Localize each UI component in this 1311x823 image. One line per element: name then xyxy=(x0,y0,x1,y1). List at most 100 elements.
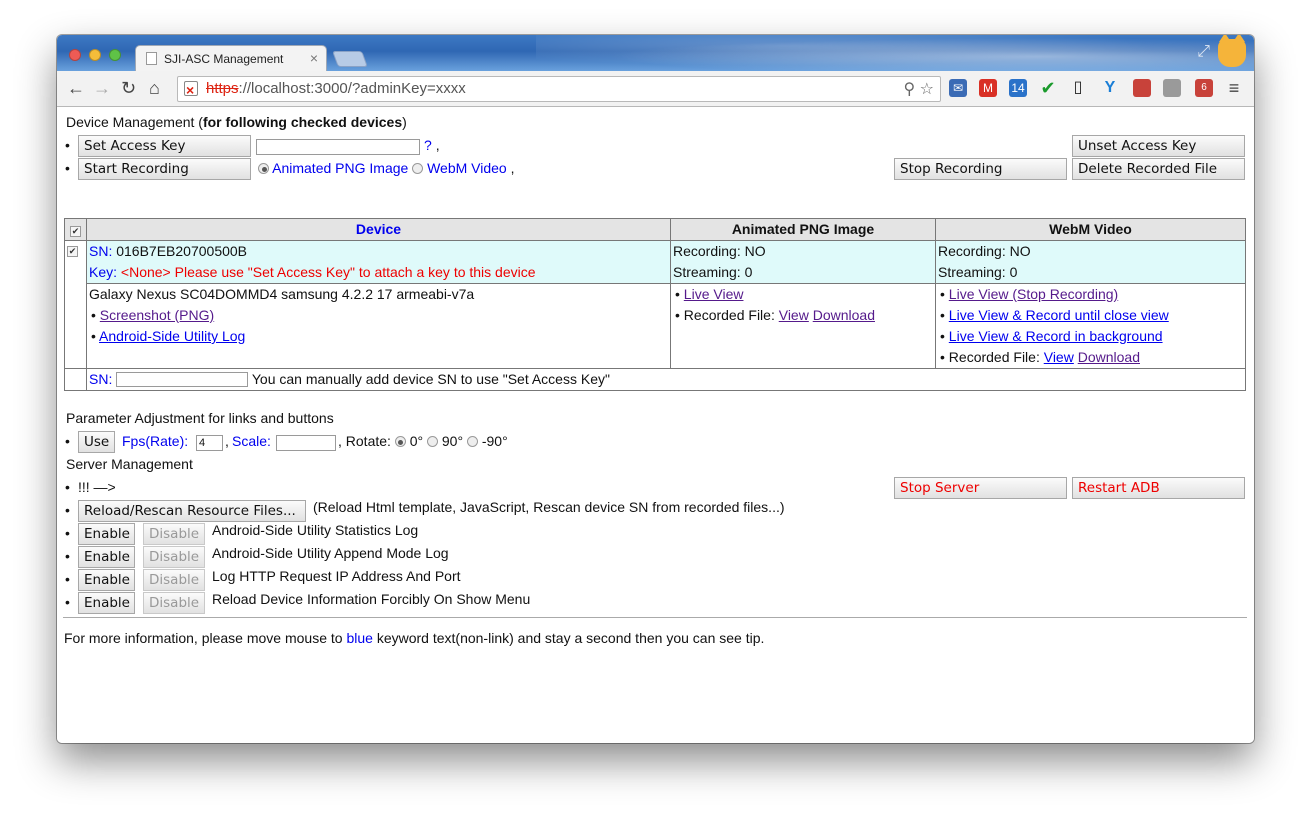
radio-animated-png[interactable] xyxy=(258,163,269,174)
gmail-ext-icon[interactable]: M xyxy=(979,79,997,97)
enable-button[interactable]: Enable xyxy=(78,523,135,545)
manual-sn-text: You can manually add device SN to use "S… xyxy=(251,371,610,387)
bullet: • xyxy=(65,479,70,495)
radio-webm[interactable] xyxy=(412,163,424,174)
device-management-heading: Device Management (for following checked… xyxy=(66,114,407,130)
webm-live-view-stop-link[interactable]: Live View (Stop Recording) xyxy=(949,286,1118,302)
option-label: Android-Side Utility Append Mode Log xyxy=(212,545,449,561)
bullet: • xyxy=(65,502,70,518)
table-row: ✔ SN: 016B7EB20700500B Key: <None> Pleas… xyxy=(64,240,1246,369)
png-streaming-status: Streaming: 0 xyxy=(673,264,753,280)
png-recorded-label: Recorded File: xyxy=(683,307,775,323)
device-checkbox[interactable]: ✔ xyxy=(67,246,78,257)
screenshot-item: Screenshot (PNG) xyxy=(89,305,668,326)
table-header-row: ✔ Device Animated PNG Image WebM Video xyxy=(64,218,1246,241)
rotate-90-radio[interactable] xyxy=(426,436,438,447)
screenshot-link[interactable]: Screenshot (PNG) xyxy=(100,307,214,323)
utility-log-link[interactable]: Android-Side Utility Log xyxy=(99,328,245,344)
key-text: <None> Please use "Set Access Key" to at… xyxy=(120,264,536,280)
menu-icon[interactable]: ≡ xyxy=(1225,79,1243,97)
manual-sn-label: SN: xyxy=(89,371,113,387)
start-recording-button[interactable]: Start Recording xyxy=(78,158,251,180)
stop-server-button[interactable]: Stop Server xyxy=(894,477,1067,499)
insecure-lock-icon xyxy=(184,78,198,102)
webm-view-link[interactable]: View xyxy=(1044,349,1074,365)
zoom-star-icons[interactable]: ⚲ ☆ xyxy=(903,78,934,102)
png-live-view-link[interactable]: Live View xyxy=(684,286,744,302)
browser-toolbar: ← → ↻ ⌂ https://localhost:3000/?adminKey… xyxy=(57,71,1254,107)
footer-prefix: For more information, please move mouse … xyxy=(64,630,347,646)
manual-sn-input[interactable] xyxy=(116,372,249,387)
enable-button[interactable]: Enable xyxy=(78,592,135,614)
forward-icon[interactable]: → xyxy=(93,79,111,97)
header-device: Device xyxy=(86,218,671,241)
rotate-group: , Rotate: 0° 90° -90° xyxy=(338,433,508,449)
access-key-input[interactable] xyxy=(256,139,420,155)
bullet: • xyxy=(65,137,70,153)
close-window-button[interactable] xyxy=(69,49,81,61)
scale-input[interactable] xyxy=(276,435,336,451)
log-item: Android-Side Utility Log xyxy=(89,326,668,347)
disable-button[interactable]: Disable xyxy=(143,592,205,614)
png-download-link[interactable]: Download xyxy=(813,307,875,323)
phone-ext-icon[interactable]: ▯ xyxy=(1069,79,1087,97)
tab-active[interactable]: SJI-ASC Management × xyxy=(135,45,327,72)
delete-recorded-file-button[interactable]: Delete Recorded File xyxy=(1072,158,1245,180)
rotate-label: , Rotate: xyxy=(338,433,391,449)
select-all-checkbox[interactable]: ✔ xyxy=(70,226,81,237)
webm-live-record-close-link[interactable]: Live View & Record until close view xyxy=(949,307,1169,323)
home-icon[interactable]: ⌂ xyxy=(149,79,160,97)
manual-sn-cell: SN: You can manually add device SN to us… xyxy=(86,368,1246,391)
comma: , xyxy=(435,137,440,153)
table-row: Galaxy Nexus SC04DOMMD4 samsung 4.2.2 17… xyxy=(65,283,1246,369)
bullet: • xyxy=(65,571,70,587)
rotate-0-radio[interactable] xyxy=(394,436,406,447)
scale-label: Scale: xyxy=(232,433,271,449)
server-heading: Server Management xyxy=(66,456,193,472)
header-animated-png: Animated PNG Image xyxy=(670,218,936,241)
bullet: • xyxy=(65,433,70,449)
tab-close-icon[interactable]: × xyxy=(310,50,318,66)
back-icon[interactable]: ← xyxy=(67,79,85,97)
footer-tip: For more information, please move mouse … xyxy=(64,630,764,646)
disable-button[interactable]: Disable xyxy=(143,523,205,545)
profile-cat-icon[interactable] xyxy=(1218,35,1246,67)
stop-recording-button[interactable]: Stop Recording xyxy=(894,158,1067,180)
empty-cell xyxy=(64,368,87,391)
zoom-window-button[interactable] xyxy=(109,49,121,61)
doc-ext-icon[interactable] xyxy=(1163,79,1181,97)
minimize-window-button[interactable] xyxy=(89,49,101,61)
rotate-m90-radio[interactable] xyxy=(466,436,478,447)
fps-input[interactable]: 4 xyxy=(196,435,223,451)
address-bar[interactable]: https://localhost:3000/?adminKey=xxxx ⚲ … xyxy=(177,76,941,102)
enable-button[interactable]: Enable xyxy=(78,546,135,568)
disable-button[interactable]: Disable xyxy=(143,546,205,568)
reload-icon[interactable]: ↻ xyxy=(121,79,136,97)
webm-download-link[interactable]: Download xyxy=(1078,349,1140,365)
disable-button[interactable]: Disable xyxy=(143,569,205,591)
set-access-key-button[interactable]: Set Access Key xyxy=(78,135,251,157)
use-button[interactable]: Use xyxy=(78,431,115,453)
key-line: Key: <None> Please use "Set Access Key" … xyxy=(89,262,668,283)
animated-png-label: Animated PNG Image xyxy=(272,160,409,176)
enable-button[interactable]: Enable xyxy=(78,569,135,591)
calendar-ext-icon[interactable]: 14 xyxy=(1009,79,1027,97)
webm-live-record-bg-link[interactable]: Live View & Record in background xyxy=(949,328,1163,344)
notification-bell-icon[interactable]: 6 xyxy=(1195,79,1213,97)
option-label: Android-Side Utility Statistics Log xyxy=(212,522,419,538)
png-view-link[interactable]: View xyxy=(779,307,809,323)
reload-resource-button[interactable]: Reload/Rescan Resource Files... xyxy=(78,500,306,522)
webm-live-record-close-item: Live View & Record until close view xyxy=(938,305,1243,326)
fullscreen-icon[interactable]: ⤢ xyxy=(1197,43,1210,61)
new-tab-button[interactable] xyxy=(332,51,368,67)
row-checkbox-cell: ✔ xyxy=(64,240,87,369)
unset-access-key-button[interactable]: Unset Access Key xyxy=(1072,135,1245,157)
check-ext-icon[interactable]: ✔ xyxy=(1039,79,1057,97)
book-ext-icon[interactable] xyxy=(1133,79,1151,97)
sn-label: SN: xyxy=(89,243,113,259)
bullet: • xyxy=(65,548,70,564)
mail-ext-icon[interactable]: ✉ xyxy=(949,79,967,97)
restart-adb-button[interactable]: Restart ADB xyxy=(1072,477,1245,499)
y-ext-icon[interactable]: Y xyxy=(1101,79,1119,97)
